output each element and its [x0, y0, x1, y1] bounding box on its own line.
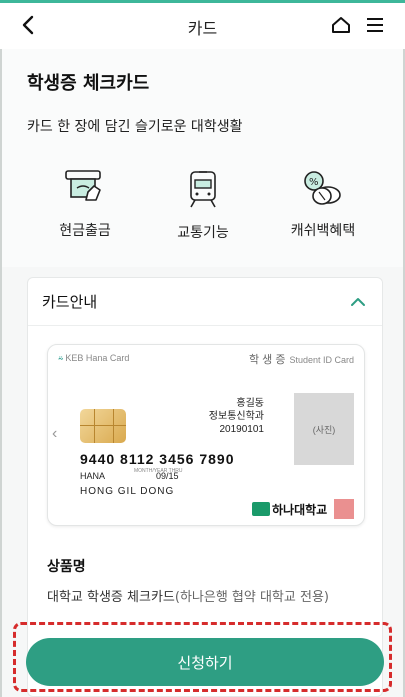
coins-cashback-icon: %: [304, 171, 341, 205]
feature-label-cash: 현금출금: [59, 223, 111, 239]
card-holder-name-en: HONG GIL DONG: [80, 486, 175, 497]
card-type-ko: 학 생 증: [248, 354, 286, 366]
train-icon: [190, 171, 216, 208]
card-photo-placeholder: (사진): [294, 393, 354, 465]
card-info-header[interactable]: 카드안내: [28, 278, 382, 326]
card-type-en: Student ID Card: [289, 355, 354, 365]
app-header: 카드: [0, 3, 405, 49]
card-type: 학 생 증 Student ID Card: [249, 351, 354, 367]
feature-cash-withdrawal: 현금출금: [35, 168, 135, 240]
collapse-toggle[interactable]: [348, 292, 368, 312]
atm-cash-icon: [65, 170, 101, 201]
card-valid-thru: 09/15: [156, 471, 179, 481]
university-seal-icon: [334, 499, 354, 519]
carousel-prev-icon[interactable]: ‹: [52, 425, 57, 443]
hana-logo-icon: ⍨: [58, 353, 64, 363]
feature-label-transport: 교통기능: [177, 225, 229, 241]
card-department: 정보통신학과: [208, 411, 264, 422]
svg-text:%: %: [309, 177, 319, 188]
product-name: 대학교 학생증 체크카드: [47, 590, 175, 605]
card-university-name: 하나대학교: [272, 503, 328, 517]
page-title: 학생증 체크카드: [27, 73, 150, 94]
hamburger-menu-icon: [367, 18, 383, 32]
home-button[interactable]: [330, 14, 352, 36]
page-subtitle: 카드 한 장에 담긴 슬기로운 대학생활: [27, 119, 243, 135]
feature-label-cashback: 캐쉬백혜택: [290, 223, 356, 239]
university-logo-icon: [252, 502, 270, 516]
chevron-up-icon: [351, 298, 365, 306]
card-holder-name-ko: 홍길동: [236, 398, 264, 409]
feature-transportation: 교통기능: [153, 168, 253, 242]
card-info-title: 카드안내: [42, 293, 98, 311]
menu-button[interactable]: [364, 14, 386, 36]
card-chip: [80, 409, 126, 443]
product-label: 상품명: [47, 559, 86, 575]
home-icon: [332, 17, 350, 33]
card-student-id: 20190101: [219, 424, 265, 435]
student-card-image: ⍨ KEB Hana Card 학 생 증 Student ID Card ‹ 홍길…: [47, 344, 365, 526]
product-note: (하나은행 협약 대학교 전용): [174, 590, 329, 605]
product-description: 대학교 학생증 체크카드(하나은행 협약 대학교 전용): [47, 586, 329, 605]
apply-button[interactable]: 신청하기: [26, 638, 384, 686]
card-number: 9440 8112 3456 7890: [80, 451, 235, 467]
card-bank-brand: ⍨ KEB Hana Card: [58, 353, 129, 364]
card-bank-name: KEB Hana Card: [65, 353, 130, 363]
card-holder-info: 홍길동 정보통신학과 20190101: [209, 397, 264, 436]
feature-cashback: % 캐쉬백혜택: [273, 168, 373, 240]
card-bank-label: HANA: [80, 471, 106, 481]
